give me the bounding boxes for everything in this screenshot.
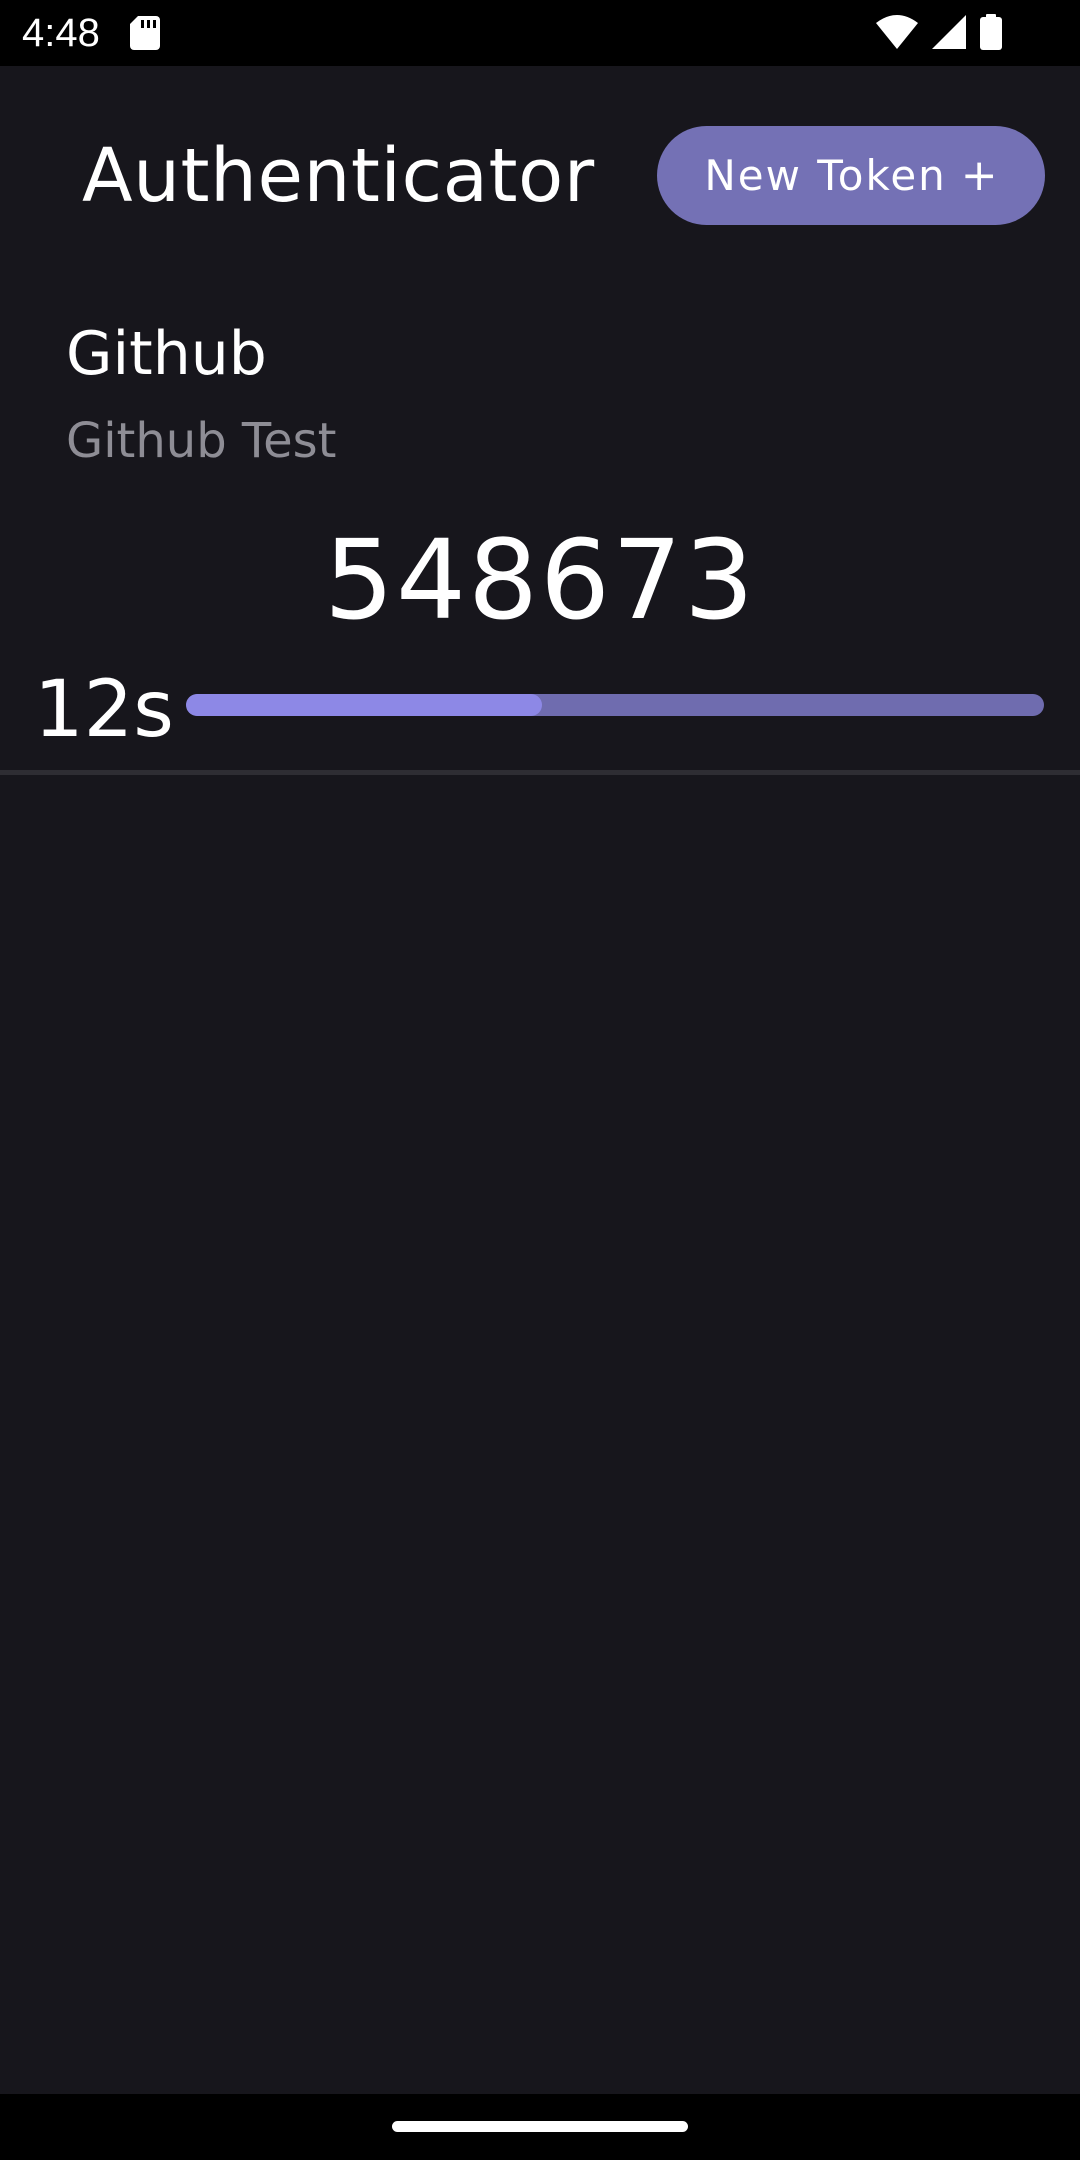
status-bar: 4:48	[0, 0, 1080, 66]
countdown-progress-bar	[186, 694, 1044, 716]
countdown-timer: 12s	[34, 665, 174, 755]
new-token-label: New Token	[704, 151, 947, 200]
divider	[0, 770, 1080, 775]
cellular-signal-icon	[932, 15, 966, 53]
new-token-button[interactable]: New Token +	[657, 126, 1045, 225]
wifi-icon	[876, 15, 918, 53]
page-title: Authenticator	[82, 133, 595, 219]
status-icons	[876, 14, 1002, 54]
plus-icon: +	[960, 149, 998, 201]
sd-card-icon	[130, 16, 160, 54]
token-issuer: Github	[66, 319, 267, 389]
token-code[interactable]: 548673	[0, 510, 1080, 650]
home-gesture-handle[interactable]	[392, 2121, 688, 2132]
countdown-progress-fill	[186, 694, 543, 716]
status-time: 4:48	[22, 11, 100, 55]
battery-icon	[980, 14, 1002, 54]
token-account: Github Test	[66, 413, 337, 469]
